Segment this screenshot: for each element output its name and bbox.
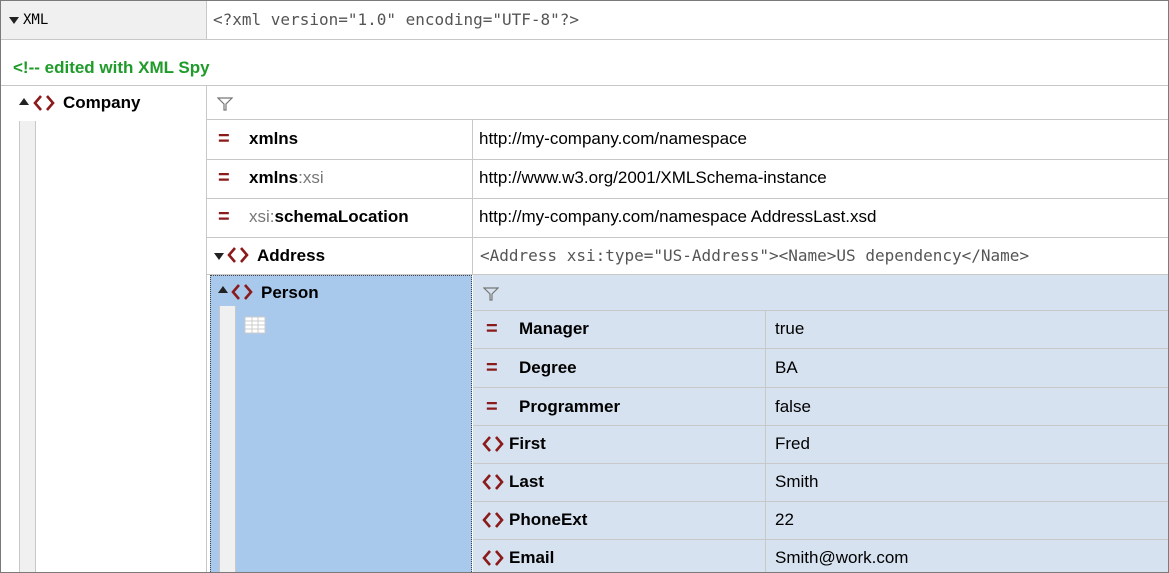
element-name[interactable]: Email <box>509 548 554 568</box>
xml-label: XML <box>23 12 49 28</box>
company-element-name[interactable]: Company <box>63 93 140 113</box>
attribute-icon: = <box>486 357 498 379</box>
element-tag-icon <box>482 436 504 452</box>
expand-triangle-icon[interactable] <box>19 98 29 105</box>
element-tag-icon <box>482 550 504 566</box>
attribute-icon: = <box>486 318 498 340</box>
attribute-value[interactable]: true <box>775 319 804 339</box>
attribute-icon: = <box>486 396 498 418</box>
element-value[interactable]: 22 <box>775 510 794 530</box>
table-view-icon[interactable] <box>244 316 266 334</box>
address-element-name[interactable]: Address <box>257 246 325 266</box>
element-tag-icon <box>231 284 253 300</box>
attribute-name[interactable]: Programmer <box>519 397 620 417</box>
collapse-triangle-icon[interactable] <box>9 17 19 24</box>
element-value[interactable]: Fred <box>775 434 810 454</box>
element-value[interactable]: Smith@work.com <box>775 548 908 568</box>
xml-comment[interactable]: <!-- edited with XML Spy <box>13 58 210 78</box>
company-gutter <box>19 121 35 572</box>
element-name[interactable]: First <box>509 434 546 454</box>
attribute-icon: = <box>218 206 230 228</box>
attribute-name[interactable]: Manager <box>519 319 589 339</box>
grid-view: XML <?xml version="1.0" encoding="UTF-8"… <box>0 0 1169 573</box>
attribute-value[interactable]: http://www.w3.org/2001/XMLSchema-instanc… <box>479 168 827 188</box>
element-name[interactable]: PhoneExt <box>509 510 587 530</box>
xml-declaration[interactable]: <?xml version="1.0" encoding="UTF-8"?> <box>213 10 579 30</box>
attribute-value[interactable]: false <box>775 397 811 417</box>
attribute-icon: = <box>218 128 230 150</box>
filter-icon[interactable] <box>483 287 499 301</box>
attribute-name[interactable]: xsi:schemaLocation <box>249 207 409 227</box>
collapse-triangle-icon[interactable] <box>214 253 224 260</box>
attribute-value[interactable]: http://my-company.com/namespace <box>479 129 747 149</box>
expand-triangle-icon[interactable] <box>218 286 228 293</box>
attribute-name[interactable]: xmlns:xsi <box>249 168 324 188</box>
element-value[interactable]: Smith <box>775 472 818 492</box>
attribute-name[interactable]: Degree <box>519 358 577 378</box>
element-tag-icon <box>33 95 55 111</box>
element-tag-icon <box>227 247 249 263</box>
person-element-name[interactable]: Person <box>261 283 319 303</box>
element-tag-icon <box>482 512 504 528</box>
attribute-value[interactable]: http://my-company.com/namespace AddressL… <box>479 207 876 227</box>
element-tag-icon <box>482 474 504 490</box>
filter-icon[interactable] <box>217 97 233 111</box>
attribute-name[interactable]: xmlns <box>249 129 298 149</box>
attribute-value[interactable]: BA <box>775 358 798 378</box>
address-preview[interactable]: <Address xsi:type="US-Address"><Name>US … <box>480 246 1029 266</box>
attribute-icon: = <box>218 167 230 189</box>
element-name[interactable]: Last <box>509 472 544 492</box>
